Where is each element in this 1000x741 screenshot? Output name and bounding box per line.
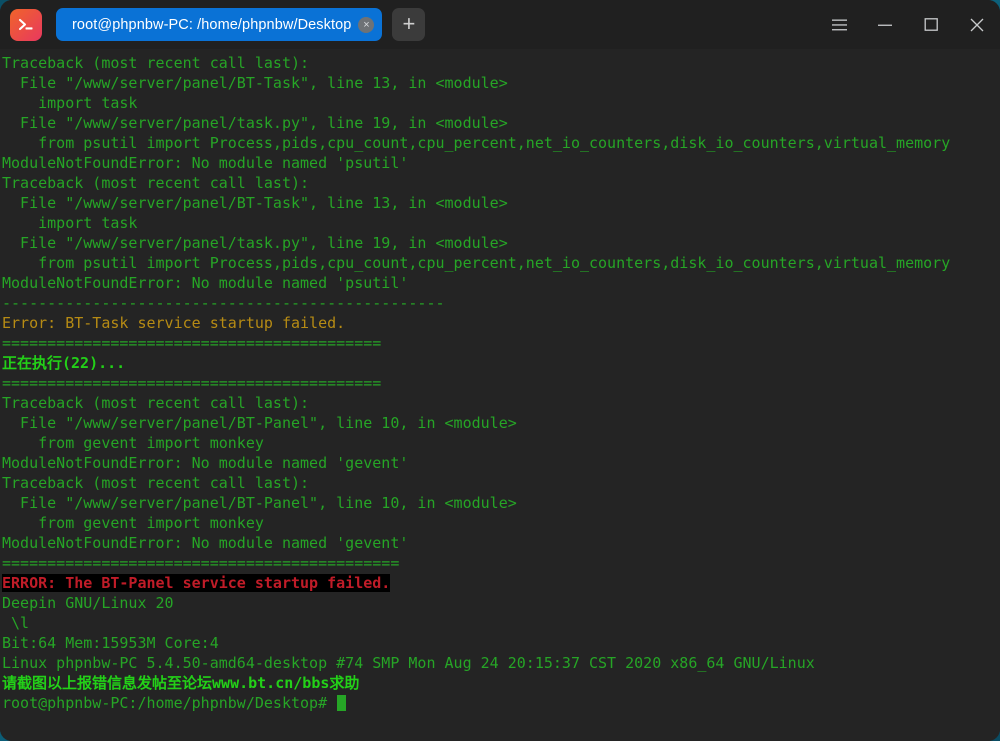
close-icon[interactable]: [954, 0, 1000, 49]
tab-strip: root@phpnbw-PC: /home/phpnbw/Desktop × +: [56, 8, 426, 41]
terminal-line-text: ========================================…: [2, 374, 382, 392]
maximize-icon[interactable]: [908, 0, 954, 49]
terminal-line-text: Traceback (most recent call last):: [2, 394, 310, 412]
terminal-tab[interactable]: root@phpnbw-PC: /home/phpnbw/Desktop ×: [56, 8, 383, 41]
terminal-line: import task: [2, 93, 1000, 113]
terminal-line-text: ModuleNotFoundError: No module named 'ge…: [2, 534, 409, 552]
hamburger-menu-icon[interactable]: [816, 0, 862, 49]
terminal-line: ModuleNotFoundError: No module named 'ps…: [2, 273, 1000, 293]
terminal-line-text: Bit:64 Mem:15953M Core:4: [2, 634, 219, 652]
terminal-line: \l: [2, 613, 1000, 633]
terminal-line: Error: BT-Task service startup failed.: [2, 313, 1000, 333]
terminal-line: ----------------------------------------…: [2, 293, 1000, 313]
terminal-line-text: Traceback (most recent call last):: [2, 174, 310, 192]
terminal-line: 正在执行(22)...: [2, 353, 1000, 373]
terminal-line-text: 请截图以上报错信息发帖至论坛www.bt.cn/bbs求助: [2, 674, 360, 692]
tab-title: root@phpnbw-PC: /home/phpnbw/Desktop: [72, 16, 352, 33]
terminal-line-text: import task: [2, 94, 138, 112]
terminal-line-text: Traceback (most recent call last):: [2, 474, 310, 492]
window-controls: [816, 0, 1000, 49]
terminal-line: File "/www/server/panel/BT-Panel", line …: [2, 493, 1000, 513]
terminal-line: ModuleNotFoundError: No module named 'ps…: [2, 153, 1000, 173]
terminal-line-text: 正在执行(22)...: [2, 354, 126, 372]
terminal-line-text: File "/www/server/panel/task.py", line 1…: [2, 234, 508, 252]
terminal-line-text: File "/www/server/panel/task.py", line 1…: [2, 114, 508, 132]
terminal-line: Traceback (most recent call last):: [2, 393, 1000, 413]
terminal-line-text: ERROR: The BT-Panel service startup fail…: [2, 574, 391, 592]
terminal-line-list: Traceback (most recent call last): File …: [2, 53, 1000, 713]
terminal-line: Bit:64 Mem:15953M Core:4: [2, 633, 1000, 653]
terminal-line: Linux phpnbw-PC 5.4.50-amd64-desktop #74…: [2, 653, 1000, 673]
terminal-line-text: ========================================…: [2, 334, 382, 352]
terminal-output-area[interactable]: Traceback (most recent call last): File …: [0, 49, 1000, 741]
terminal-line: ModuleNotFoundError: No module named 'ge…: [2, 533, 1000, 553]
terminal-line-text: Linux phpnbw-PC 5.4.50-amd64-desktop #74…: [2, 654, 815, 672]
terminal-line-text: Error: BT-Task service startup failed.: [2, 314, 346, 332]
terminal-line: File "/www/server/panel/BT-Task", line 1…: [2, 193, 1000, 213]
terminal-line: from psutil import Process,pids,cpu_coun…: [2, 253, 1000, 273]
terminal-line: from gevent import monkey: [2, 433, 1000, 453]
terminal-line-text: root@phpnbw-PC:/home/phpnbw/Desktop#: [2, 694, 337, 712]
terminal-line-text: ----------------------------------------…: [2, 294, 445, 312]
terminal-line-text: ModuleNotFoundError: No module named 'ps…: [2, 274, 409, 292]
window-titlebar: root@phpnbw-PC: /home/phpnbw/Desktop × +: [0, 0, 1000, 49]
terminal-line: File "/www/server/panel/task.py", line 1…: [2, 233, 1000, 253]
terminal-line-text: \l: [2, 614, 30, 632]
terminal-line: ERROR: The BT-Panel service startup fail…: [2, 573, 1000, 593]
terminal-line: File "/www/server/panel/task.py", line 1…: [2, 113, 1000, 133]
terminal-line-text: Traceback (most recent call last):: [2, 54, 310, 72]
terminal-line: from gevent import monkey: [2, 513, 1000, 533]
terminal-line-text: File "/www/server/panel/BT-Task", line 1…: [2, 194, 508, 212]
terminal-line: from psutil import Process,pids,cpu_coun…: [2, 133, 1000, 153]
terminal-line: ModuleNotFoundError: No module named 'ge…: [2, 453, 1000, 473]
terminal-line-text: ========================================…: [2, 554, 400, 572]
terminal-cursor: [337, 695, 347, 711]
terminal-line: Traceback (most recent call last):: [2, 53, 1000, 73]
terminal-line: Traceback (most recent call last):: [2, 173, 1000, 193]
terminal-line-text: import task: [2, 214, 138, 232]
terminal-prompt-icon: [10, 8, 42, 41]
terminal-line: ========================================…: [2, 333, 1000, 353]
terminal-line-text: from psutil import Process,pids,cpu_coun…: [2, 134, 951, 152]
minimize-icon[interactable]: [862, 0, 908, 49]
terminal-line: ========================================…: [2, 373, 1000, 393]
terminal-line-text: File "/www/server/panel/BT-Panel", line …: [2, 414, 517, 432]
terminal-line-text: from gevent import monkey: [2, 514, 264, 532]
terminal-line: 请截图以上报错信息发帖至论坛www.bt.cn/bbs求助: [2, 673, 1000, 693]
terminal-line: Traceback (most recent call last):: [2, 473, 1000, 493]
terminal-line: import task: [2, 213, 1000, 233]
terminal-line-text: File "/www/server/panel/BT-Panel", line …: [2, 494, 517, 512]
terminal-line: root@phpnbw-PC:/home/phpnbw/Desktop#: [2, 693, 1000, 713]
terminal-line: File "/www/server/panel/BT-Panel", line …: [2, 413, 1000, 433]
terminal-line-text: Deepin GNU/Linux 20: [2, 594, 174, 612]
terminal-line: File "/www/server/panel/BT-Task", line 1…: [2, 73, 1000, 93]
terminal-line-text: ModuleNotFoundError: No module named 'ps…: [2, 154, 409, 172]
terminal-line-text: File "/www/server/panel/BT-Task", line 1…: [2, 74, 508, 92]
terminal-line-text: from gevent import monkey: [2, 434, 264, 452]
terminal-window: root@phpnbw-PC: /home/phpnbw/Desktop × +: [0, 0, 1000, 741]
close-tab-icon[interactable]: ×: [358, 16, 375, 33]
new-tab-button[interactable]: +: [392, 8, 426, 41]
terminal-line: ========================================…: [2, 553, 1000, 573]
terminal-line-text: ModuleNotFoundError: No module named 'ge…: [2, 454, 409, 472]
terminal-line-text: from psutil import Process,pids,cpu_coun…: [2, 254, 951, 272]
terminal-line: Deepin GNU/Linux 20: [2, 593, 1000, 613]
